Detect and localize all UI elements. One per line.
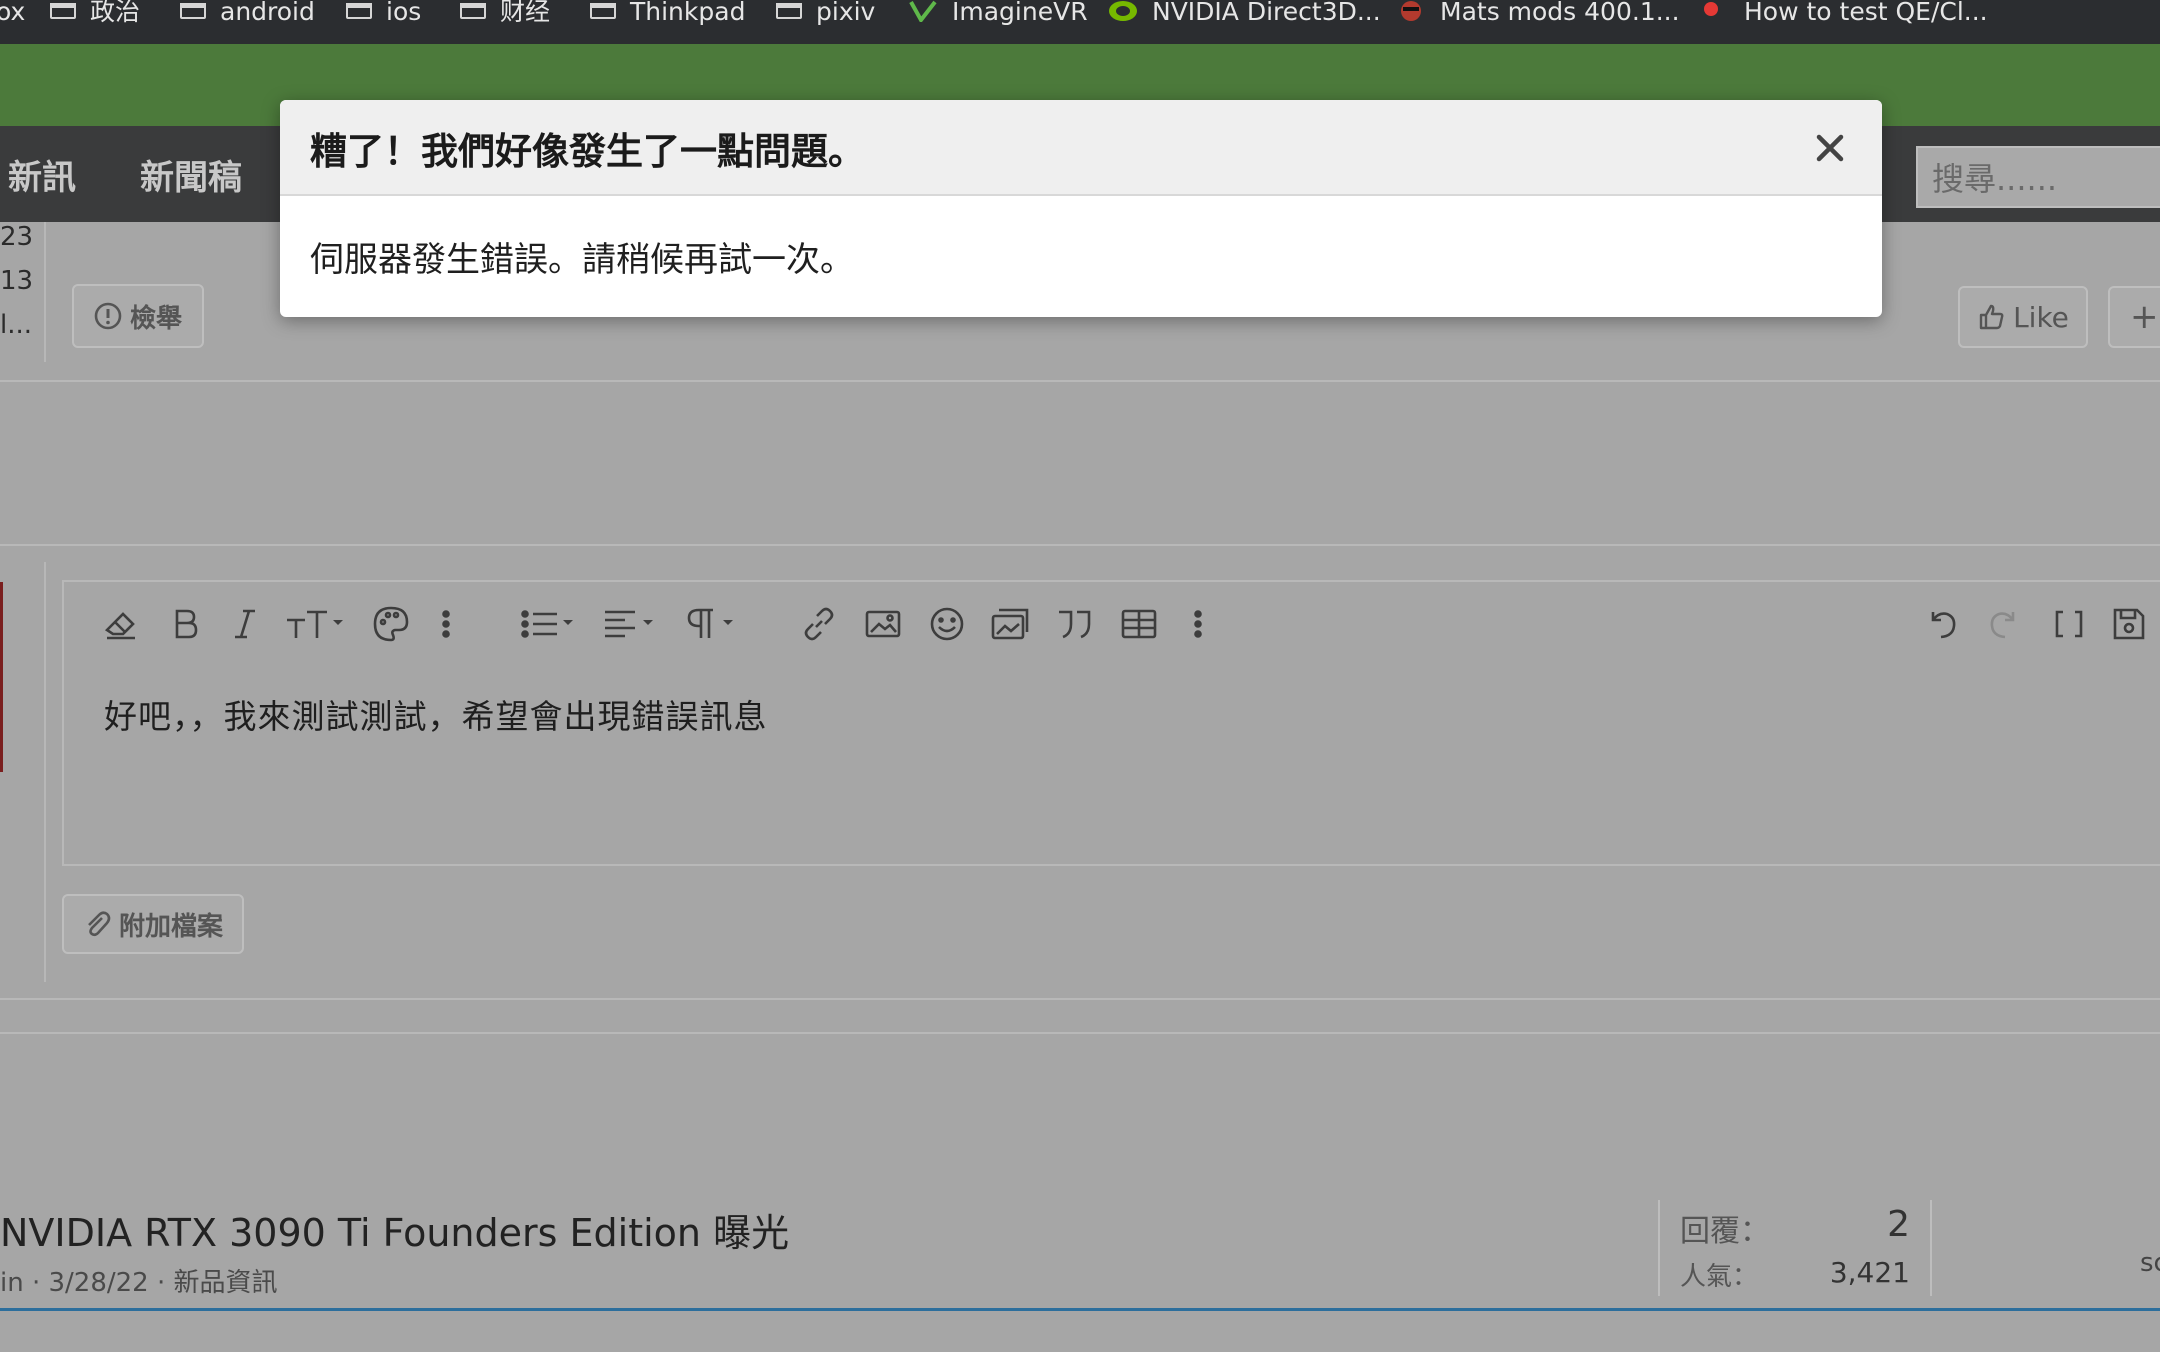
search-input[interactable]: 搜尋...... [1916, 146, 2160, 208]
avatar-edge [0, 582, 3, 772]
text-size-icon[interactable] [282, 598, 348, 650]
palette-icon[interactable] [366, 598, 416, 650]
undo-icon[interactable] [1916, 598, 1966, 650]
bookmark-label: How to test QE/Cl... [1744, 0, 1988, 26]
close-icon [1816, 134, 1844, 162]
bookmark-folder[interactable]: ios [346, 0, 422, 26]
views-label: 人氣： [1680, 1262, 1759, 1292]
more-vertical-icon[interactable] [1172, 598, 1224, 650]
bookmark-how-to-test[interactable]: How to test QE/Cl... [1700, 0, 1988, 26]
nav-item-press[interactable]: 新聞稿 [140, 126, 242, 222]
divider [0, 544, 2160, 546]
bookmark-label: ImagineVR [952, 0, 1088, 26]
error-dialog: 糟了！我們好像發生了一點問題。 伺服器發生錯誤。請稍候再試一次。 [280, 100, 1882, 317]
bookmark-label: Mats mods 400.1... [1440, 0, 1680, 26]
report-label: 檢舉 [129, 303, 182, 334]
report-button[interactable]: 檢舉 [72, 284, 204, 348]
imaginevr-icon [908, 0, 938, 24]
bookmark-folder[interactable]: android [180, 0, 315, 26]
folder-icon [460, 3, 486, 19]
bookmarks-bar: ox 政治 android ios 财经 Thinkpad pixiv Imag… [0, 0, 2160, 44]
folder-icon [180, 3, 206, 19]
views-count: 3,421 [1829, 1256, 1910, 1289]
add-reaction-button[interactable]: + [2108, 286, 2160, 348]
smile-icon[interactable] [922, 598, 972, 650]
bookmark-folder[interactable]: 政治 [50, 0, 141, 26]
link-icon[interactable] [794, 598, 844, 650]
bold-icon[interactable] [160, 598, 210, 650]
bookmark-item[interactable]: ox [0, 0, 26, 26]
folder-icon [590, 3, 616, 19]
replies-label: 回覆： [1680, 1214, 1770, 1249]
folder-icon [776, 3, 802, 19]
like-label: Like [2013, 300, 2069, 334]
align-icon[interactable] [600, 598, 666, 650]
divider [0, 998, 2160, 1000]
user-stat: l... [0, 310, 33, 340]
bookmark-label: Thinkpad [630, 0, 746, 26]
bookmark-label: ios [386, 0, 422, 26]
reply-avatar-column [0, 562, 46, 982]
dialog-message: 伺服器發生錯誤。請稍候再試一次。 [310, 240, 854, 280]
bookmark-label: ox [0, 0, 26, 26]
editor-content[interactable]: 好吧，，我來測試測試，希望會出現錯誤訊息 [104, 690, 768, 738]
paragraph-icon[interactable] [680, 598, 746, 650]
divider [0, 380, 2160, 382]
last-poster-partial: sc [2140, 1248, 2160, 1278]
dialog-header: 糟了！我們好像發生了一點問題。 [280, 100, 1882, 196]
attach-files-button[interactable]: 附加檔案 [62, 894, 244, 954]
paperclip-icon [88, 911, 111, 937]
media-icon[interactable] [986, 598, 1036, 650]
attach-label: 附加檔案 [118, 911, 223, 942]
list-icon[interactable] [518, 598, 584, 650]
thumbs-up-icon [1979, 304, 2004, 330]
thread-meta: in · 3/28/22 · 新品資訊 [0, 1268, 278, 1298]
thread-stats: 回覆： 2 人氣： 3,421 [1658, 1200, 1932, 1296]
row-underline [0, 1308, 2160, 1311]
bookmark-folder[interactable]: Thinkpad [590, 0, 746, 26]
bookmark-label: 政治 [90, 0, 141, 26]
apple-icon [1700, 0, 1730, 22]
folder-icon [346, 3, 372, 19]
italic-icon[interactable] [220, 598, 270, 650]
user-stat: 23 [0, 222, 34, 252]
divider [0, 1032, 2160, 1034]
dialog-title: 糟了！我們好像發生了一點問題。 [310, 130, 865, 173]
table-icon[interactable] [1114, 598, 1164, 650]
redo-icon[interactable] [1980, 598, 2030, 650]
bookmark-folder[interactable]: 财经 [460, 0, 551, 26]
eraser-icon[interactable] [96, 598, 146, 650]
bookmark-nvidia[interactable]: NVIDIA Direct3D... [1108, 0, 1381, 26]
alert-icon [94, 302, 122, 330]
folder-icon [50, 3, 76, 19]
replies-count: 2 [1887, 1204, 1910, 1245]
save-draft-icon[interactable] [2104, 598, 2154, 650]
bookmark-folder[interactable]: pixiv [776, 0, 876, 26]
thread-title-link[interactable]: NVIDIA RTX 3090 Ti Founders Edition 曝光 [0, 1202, 789, 1257]
brackets-icon[interactable] [2044, 598, 2094, 650]
nav-item-news[interactable]: 新訊 [8, 126, 76, 222]
image-icon[interactable] [858, 598, 908, 650]
bookmark-label: pixiv [816, 0, 876, 26]
bookmark-label: 财经 [500, 0, 551, 26]
nvidia-icon [1108, 0, 1138, 22]
mats-mods-icon [1396, 0, 1426, 22]
bookmark-imaginevr[interactable]: ImagineVR [908, 0, 1088, 26]
bookmark-label: android [220, 0, 315, 26]
user-stat: 13 [0, 266, 34, 296]
more-vertical-icon[interactable] [420, 598, 472, 650]
bookmark-mats-mods[interactable]: Mats mods 400.1... [1396, 0, 1680, 26]
like-button[interactable]: Like [1958, 286, 2088, 348]
bookmark-label: NVIDIA Direct3D... [1152, 0, 1381, 26]
close-button[interactable] [1808, 126, 1852, 170]
quote-icon[interactable] [1050, 598, 1100, 650]
